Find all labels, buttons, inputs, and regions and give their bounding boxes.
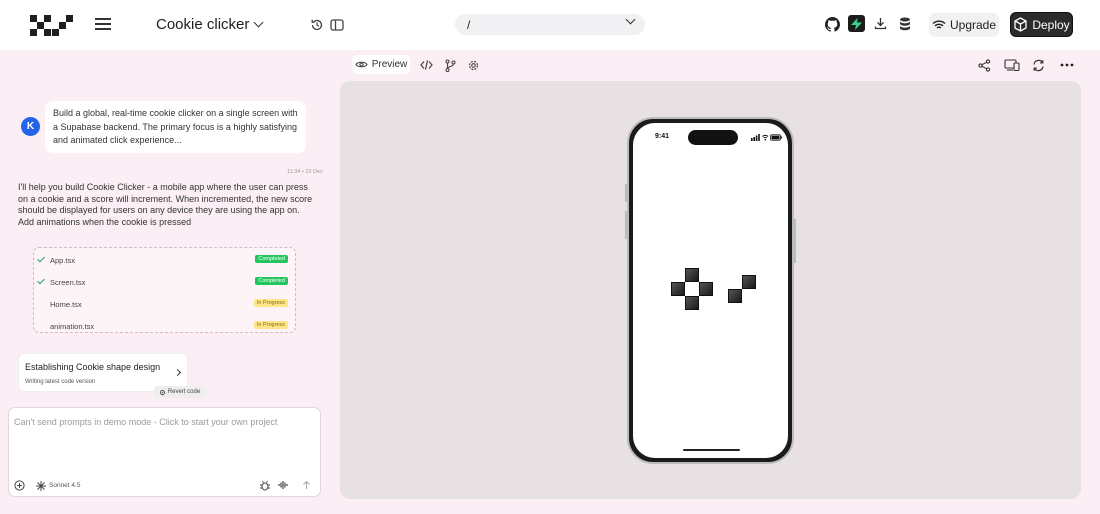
github-icon[interactable] xyxy=(824,16,840,32)
sparkle-icon xyxy=(35,480,46,491)
prompt-input[interactable]: Can't send prompts in demo mode - Click … xyxy=(14,417,277,427)
tab-preview-label: Preview xyxy=(371,59,408,70)
download-icon[interactable] xyxy=(873,16,888,31)
file-name: App.tsx xyxy=(50,256,76,265)
send-icon[interactable] xyxy=(300,479,312,491)
gear-icon xyxy=(159,389,165,395)
revert-code-button[interactable]: Revert code xyxy=(154,386,205,398)
status-badge: Completed xyxy=(255,255,288,263)
share-icon[interactable] xyxy=(977,58,992,72)
action-subtitle: Writing latest code version xyxy=(25,379,96,385)
home-indicator xyxy=(683,449,740,451)
revert-label: Revert code xyxy=(167,389,201,395)
file-name: Screen.tsx xyxy=(50,278,86,287)
file-row: Home.tsx In Progress xyxy=(34,297,295,313)
history-icon[interactable] xyxy=(309,17,324,32)
project-title: Cookie clicker xyxy=(156,16,250,33)
dynamic-island xyxy=(688,130,738,145)
prompt-box[interactable]: Can't send prompts in demo mode - Click … xyxy=(8,407,321,497)
chevron-right-icon xyxy=(173,368,182,377)
add-icon[interactable] xyxy=(13,479,25,491)
settings-icon[interactable] xyxy=(466,58,480,72)
more-options-icon[interactable] xyxy=(1059,58,1075,72)
deploy-button[interactable]: Deploy xyxy=(1010,12,1073,37)
status-badge: In Progress xyxy=(253,299,288,307)
file-row: Screen.tsx Completed xyxy=(34,275,295,291)
code-icon[interactable] xyxy=(419,58,433,72)
phone-side-button xyxy=(794,219,796,263)
status-icons xyxy=(751,133,783,141)
top-bar: Cookie clicker / Upgrade Deploy xyxy=(0,0,1100,50)
file-row: animation.tsx In Progress xyxy=(34,319,295,335)
status-badge: Completed xyxy=(255,277,288,285)
status-time: 9:41 xyxy=(655,133,670,140)
phone-screen: 9:41 xyxy=(633,123,788,458)
file-row: App.tsx Completed xyxy=(34,253,295,269)
user-message: Build a global, real-time cookie clicker… xyxy=(45,101,306,153)
model-selector[interactable]: Sonnet 4.5 xyxy=(49,482,80,489)
eye-icon xyxy=(355,61,368,68)
check-icon xyxy=(37,254,45,263)
sidebar-toggle-icon[interactable] xyxy=(329,17,344,32)
upgrade-label: Upgrade xyxy=(949,18,997,32)
bug-icon[interactable] xyxy=(259,479,271,491)
file-name: Home.tsx xyxy=(50,300,82,309)
chevron-down-icon xyxy=(253,17,264,28)
project-title-dropdown[interactable]: Cookie clicker xyxy=(156,16,264,33)
app-logo[interactable] xyxy=(30,15,74,36)
cookie-button[interactable] xyxy=(671,268,761,314)
git-branch-icon[interactable] xyxy=(443,58,457,72)
file-name: animation.tsx xyxy=(50,322,95,331)
menu-icon[interactable] xyxy=(95,18,111,31)
tab-preview[interactable]: Preview xyxy=(352,55,410,74)
action-title: Establishing Cookie shape design xyxy=(25,362,161,372)
avatar: K xyxy=(21,117,40,136)
message-timestamp: 11:34 • 22 Dec xyxy=(287,169,323,175)
phone-side-button xyxy=(625,211,627,239)
supabase-icon[interactable] xyxy=(848,15,865,32)
path-select[interactable]: / xyxy=(455,14,645,35)
device-toggle-icon[interactable] xyxy=(1003,58,1020,72)
assistant-message: I'll help you build Cookie Clicker - a m… xyxy=(18,182,313,227)
refresh-icon[interactable] xyxy=(1031,58,1046,72)
box-icon xyxy=(1014,17,1027,32)
waveform-icon[interactable] xyxy=(277,479,289,491)
file-progress-list: App.tsx Completed Screen.tsx Completed H… xyxy=(33,247,296,333)
database-icon[interactable] xyxy=(897,16,912,31)
status-badge: In Progress xyxy=(253,321,288,329)
path-value: / xyxy=(467,17,471,32)
phone-frame: 9:41 xyxy=(625,117,796,464)
wifi-icon xyxy=(932,20,946,29)
phone-side-button xyxy=(625,184,627,202)
upgrade-button[interactable]: Upgrade xyxy=(929,13,999,37)
check-icon xyxy=(37,276,45,285)
deploy-label: Deploy xyxy=(1032,17,1070,32)
chevron-down-icon xyxy=(625,14,636,25)
